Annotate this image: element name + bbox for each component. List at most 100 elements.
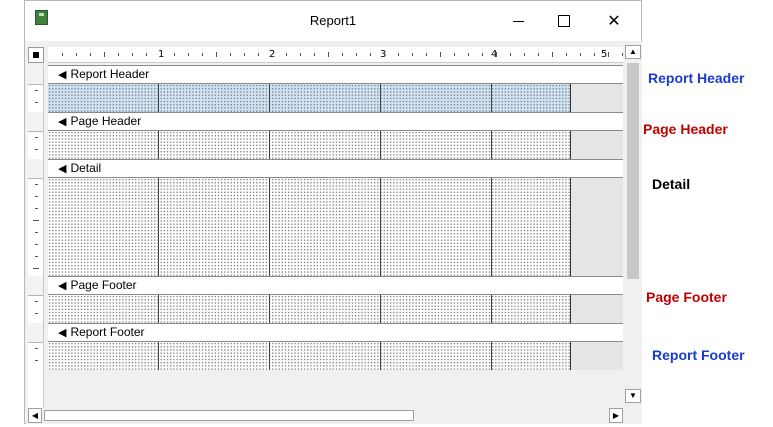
vertical-scrollbar[interactable]: ▲ ▼ [625, 45, 641, 409]
annotation-detail: Detail [652, 176, 691, 192]
scroll-up-icon[interactable]: ▲ [625, 45, 641, 59]
ruler-tick [496, 52, 497, 57]
minimize-icon [512, 20, 524, 22]
horizontal-scroll-thumb[interactable] [44, 410, 414, 421]
ruler-tick [35, 196, 38, 197]
report-selector-icon [33, 52, 39, 58]
maximize-button[interactable] [541, 7, 587, 35]
report-footer-bar[interactable]: ◀ Report Footer [48, 323, 623, 342]
horizontal-ruler[interactable]: 1 2 3 4 5 [48, 47, 623, 63]
detail-grid[interactable] [48, 178, 571, 276]
ruler-tick [510, 53, 511, 56]
scroll-down-icon[interactable]: ▼ [625, 389, 641, 403]
annotation-page-header: Page Header [643, 121, 728, 137]
report-header-bar[interactable]: ◀ Report Header [48, 65, 623, 84]
ruler-tick [258, 53, 259, 56]
page-footer-section[interactable] [48, 295, 623, 323]
ruler-tick [76, 53, 77, 56]
ruler-tick [398, 53, 399, 56]
close-icon: ✕ [607, 13, 621, 30]
section-selector-report-footer[interactable] [28, 323, 43, 343]
ruler-tick [33, 220, 39, 221]
horizontal-scrollbar[interactable]: ◀ ▶ [28, 408, 623, 423]
ruler-tick [35, 184, 38, 185]
report-design-surface: ◀ Report Header ◀ Page Header ◀ Detail ◀… [48, 65, 623, 410]
ruler-tick [454, 53, 455, 56]
page-header-grid[interactable] [48, 131, 571, 159]
section-selector-icon: ◀ [58, 116, 67, 128]
ruler-tick [412, 53, 413, 56]
ruler-tick [314, 53, 315, 56]
ruler-tick [35, 360, 38, 361]
ruler-tick [370, 53, 371, 56]
grid-line [380, 295, 381, 323]
ruler-tick [594, 53, 595, 56]
detail-section[interactable] [48, 178, 623, 276]
grid-line [158, 178, 159, 276]
ruler-tick [342, 53, 343, 56]
section-label: Page Header [70, 114, 142, 128]
ruler-tick [132, 53, 133, 56]
section-label: Report Header [70, 67, 150, 81]
vertical-ruler[interactable] [28, 65, 44, 410]
ruler-tick [35, 137, 38, 138]
ruler-tick [300, 53, 301, 56]
ruler-tick [202, 53, 203, 56]
grid-line [269, 342, 270, 370]
ruler-tick [35, 208, 38, 209]
scroll-left-icon[interactable]: ◀ [28, 408, 42, 423]
grid-line [158, 342, 159, 370]
section-selector-page-footer[interactable] [28, 276, 43, 296]
grid-line [158, 295, 159, 323]
ruler-tick [35, 149, 38, 150]
section-selector-detail[interactable] [28, 159, 43, 179]
detail-bar[interactable]: ◀ Detail [48, 159, 623, 178]
section-label: Page Footer [70, 278, 137, 292]
report-header-section[interactable] [48, 84, 623, 112]
page-header-bar[interactable]: ◀ Page Header [48, 112, 623, 131]
vertical-scroll-thumb[interactable] [627, 63, 639, 279]
section-selector-icon: ◀ [58, 69, 67, 81]
report-footer-grid[interactable] [48, 342, 571, 370]
ruler-tick [622, 53, 623, 56]
report-footer-section[interactable] [48, 342, 623, 370]
ruler-tick [608, 52, 609, 57]
grid-line [491, 342, 492, 370]
ruler-tick [146, 53, 147, 56]
grid-line [269, 295, 270, 323]
report-header-grid[interactable] [48, 84, 571, 112]
grid-line [491, 295, 492, 323]
ruler-tick [566, 53, 567, 56]
ruler-tick [35, 244, 38, 245]
ruler-tick [552, 52, 553, 57]
ruler-tick [35, 348, 38, 349]
page-footer-bar[interactable]: ◀ Page Footer [48, 276, 623, 295]
page-footer-grid[interactable] [48, 295, 571, 323]
annotation-report-footer: Report Footer [652, 347, 745, 363]
page-header-section[interactable] [48, 131, 623, 159]
report-design-window: Report1 ✕ 1 2 3 4 5 ◀Report Header [24, 0, 642, 424]
ruler-tick [286, 53, 287, 56]
ruler-tick [482, 53, 483, 56]
minimize-button[interactable] [495, 7, 541, 35]
grid-line [158, 84, 159, 112]
ruler-tick [35, 256, 38, 257]
empty-canvas-area [48, 370, 623, 410]
title-bar[interactable]: Report1 ✕ [25, 1, 641, 41]
grid-line [269, 178, 270, 276]
ruler-tick [62, 53, 63, 56]
ruler-tick [33, 268, 39, 269]
ruler-number: 5 [601, 49, 608, 60]
grid-line [380, 84, 381, 112]
scroll-right-icon[interactable]: ▶ [609, 408, 623, 423]
ruler-tick [328, 52, 329, 57]
close-button[interactable]: ✕ [591, 7, 637, 35]
section-selector-page-header[interactable] [28, 112, 43, 132]
section-selector-report-header[interactable] [28, 65, 43, 85]
ruler-tick [468, 53, 469, 56]
report-selector[interactable] [28, 47, 44, 63]
annotation-page-footer: Page Footer [646, 289, 727, 305]
ruler-tick [35, 102, 38, 103]
ruler-tick [35, 313, 38, 314]
ruler-tick [538, 53, 539, 56]
